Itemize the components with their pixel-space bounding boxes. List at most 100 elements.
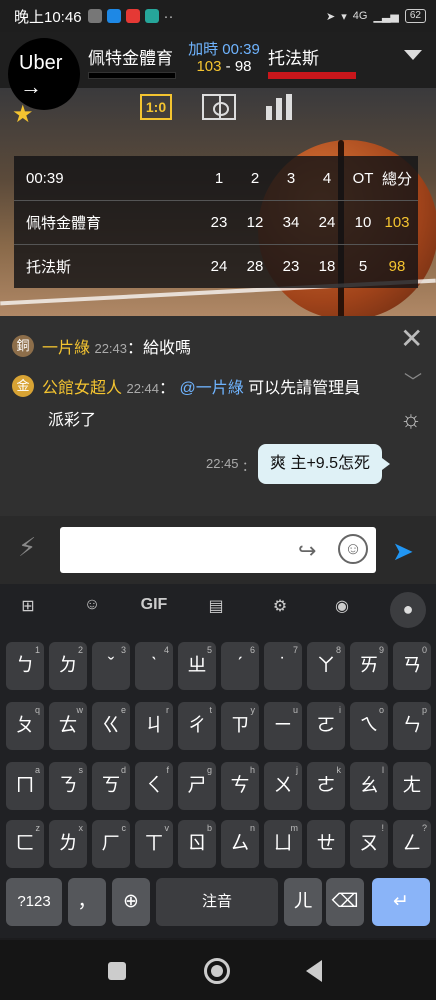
keyboard-key[interactable]: ˊ6 — [221, 642, 259, 690]
chat-input[interactable] — [60, 527, 376, 573]
keyboard-key[interactable]: ㄛi — [307, 702, 345, 750]
key-hint: s — [78, 765, 84, 775]
key-label: ㄍ — [101, 715, 121, 736]
key-hint: z — [35, 823, 41, 833]
close-icon[interactable]: ✕ — [400, 322, 423, 355]
keyboard-key[interactable]: ㄙn — [221, 820, 259, 868]
keyboard-key[interactable]: ㄍe — [92, 702, 130, 750]
keyboard-key[interactable]: ㄜk — [307, 762, 345, 810]
keyboard-key[interactable]: ㄧu — [264, 702, 302, 750]
keyboard-key[interactable]: ㄝ — [307, 820, 345, 868]
q1-score: 23 — [210, 214, 228, 231]
apps-grid-icon[interactable]: ⊞ — [8, 596, 48, 616]
keyboard-key[interactable]: ㄕg — [178, 762, 216, 810]
list-item: 銅 一片綠 22:43：給收嗎 — [12, 334, 191, 358]
share-icon[interactable]: ↪ — [298, 538, 316, 564]
keyboard-key[interactable]: ㄡ! — [350, 820, 388, 868]
chat-time: 22:44 — [126, 381, 160, 396]
uber-floating-button[interactable]: Uber → — [8, 38, 80, 110]
lightning-icon[interactable]: ⚡ — [18, 532, 36, 563]
key-label: ㄉ — [58, 655, 78, 676]
key-label: ㄏ — [101, 833, 121, 854]
keyboard-key[interactable]: ㄆq — [6, 702, 44, 750]
chat-username[interactable]: 一片綠 — [42, 340, 90, 357]
keyboard-key[interactable]: ㄘh — [221, 762, 259, 810]
gif-button[interactable]: GIF — [134, 596, 174, 614]
key-hint: x — [78, 823, 84, 833]
sticker-icon[interactable]: ☺ — [72, 596, 112, 614]
keyboard-key[interactable]: ㄈz — [6, 820, 44, 868]
keyboard-key[interactable]: ㄎd — [92, 762, 130, 810]
keyboard-key[interactable]: ㄌx — [49, 820, 87, 868]
key-hint: y — [250, 705, 256, 715]
total-score: 103 — [384, 214, 410, 231]
keyboard-key[interactable]: ㄑf — [135, 762, 173, 810]
keyboard-key[interactable]: ㄅ1 — [6, 642, 44, 690]
header-ot: OT — [352, 169, 374, 187]
chevron-down-icon[interactable]: ﹀ — [404, 368, 422, 394]
tab-field-icon[interactable] — [202, 94, 236, 120]
chat-text: 可以先請管理員 — [243, 380, 361, 397]
brightness-icon[interactable]: ☼ — [400, 406, 422, 434]
keyboard-key[interactable]: ㄟo — [350, 702, 388, 750]
key-hint: v — [164, 823, 170, 833]
backspace-icon[interactable]: ⌫ — [326, 878, 364, 926]
microphone-icon[interactable]: ● — [390, 592, 426, 628]
keyboard-key[interactable]: ㄨj — [264, 762, 302, 810]
chat-mention[interactable]: @一片綠 — [179, 380, 243, 397]
keyboard-key[interactable]: ㄊw — [49, 702, 87, 750]
keyboard-key[interactable]: ˙ 7 — [264, 642, 302, 690]
key-hint: 2 — [77, 645, 83, 655]
space-key[interactable]: 注音 — [156, 878, 278, 926]
theme-palette-icon[interactable]: ◉ — [322, 596, 362, 616]
keyboard-key[interactable]: ㄇa — [6, 762, 44, 810]
tab-stats-icon[interactable] — [266, 94, 292, 120]
tab-score[interactable]: 1:0 — [140, 94, 172, 120]
keyboard-key[interactable]: ㄓ5 — [178, 642, 216, 690]
keyboard-key[interactable]: ㄣp — [393, 702, 431, 750]
keyboard-key[interactable]: ㄗy — [221, 702, 259, 750]
key-hint: q — [34, 705, 40, 715]
key-hint: 6 — [249, 645, 255, 655]
back-icon[interactable] — [306, 960, 322, 982]
keyboard-key[interactable]: ㄤ — [393, 762, 431, 810]
keyboard-key[interactable]: ㄢ0 — [393, 642, 431, 690]
keyboard-key[interactable]: ㄠl — [350, 762, 388, 810]
clipboard-icon[interactable]: ▤ — [196, 596, 236, 616]
keyboard-key[interactable]: ㄐr — [135, 702, 173, 750]
key-label: ㄓ — [187, 655, 207, 676]
news-notification-icon — [125, 9, 140, 23]
keyboard-key[interactable]: ㄒv — [135, 820, 173, 868]
keyboard-key[interactable]: ˋ4 — [135, 642, 173, 690]
keyboard-key[interactable]: ㄋs — [49, 762, 87, 810]
key-hint: u — [292, 705, 298, 715]
enter-icon[interactable]: ↵ — [372, 878, 430, 926]
key-hint: k — [336, 765, 342, 775]
keyboard-key[interactable]: ㄔt — [178, 702, 216, 750]
key-hint: 3 — [120, 645, 126, 655]
keyboard-key[interactable]: ㄉ2 — [49, 642, 87, 690]
home-icon[interactable] — [204, 958, 230, 984]
chevron-down-icon[interactable] — [404, 50, 422, 60]
globe-icon[interactable]: ⊕ — [112, 878, 150, 926]
emoji-icon[interactable]: ☺ — [338, 534, 368, 564]
keyboard-key[interactable]: ㄏc — [92, 820, 130, 868]
signal-icon: ▁▃▅ — [373, 10, 399, 23]
keyboard-key[interactable]: ㄚ8 — [307, 642, 345, 690]
comma-key[interactable]: ， — [68, 878, 106, 926]
settings-gear-icon[interactable]: ⚙ — [260, 596, 300, 616]
keyboard-key[interactable]: ㄩm — [264, 820, 302, 868]
chat-username[interactable]: 公館女超人 — [42, 380, 122, 397]
recent-apps-icon[interactable] — [108, 962, 126, 980]
symbols-key[interactable]: ?123 — [6, 878, 62, 926]
more-notifications-icon: ·· — [163, 7, 174, 25]
away-score: 98 — [234, 58, 252, 75]
status-time: 晚上10:46 — [14, 8, 82, 26]
send-icon[interactable]: ➤ — [392, 536, 414, 567]
er-key[interactable]: ㄦ — [284, 878, 322, 926]
keyboard-key[interactable]: ˇ3 — [92, 642, 130, 690]
key-label: ㄧ — [273, 715, 293, 736]
keyboard-key[interactable]: ㄞ9 — [350, 642, 388, 690]
keyboard-key[interactable]: ㄖb — [178, 820, 216, 868]
keyboard-key[interactable]: ㄥ? — [393, 820, 431, 868]
